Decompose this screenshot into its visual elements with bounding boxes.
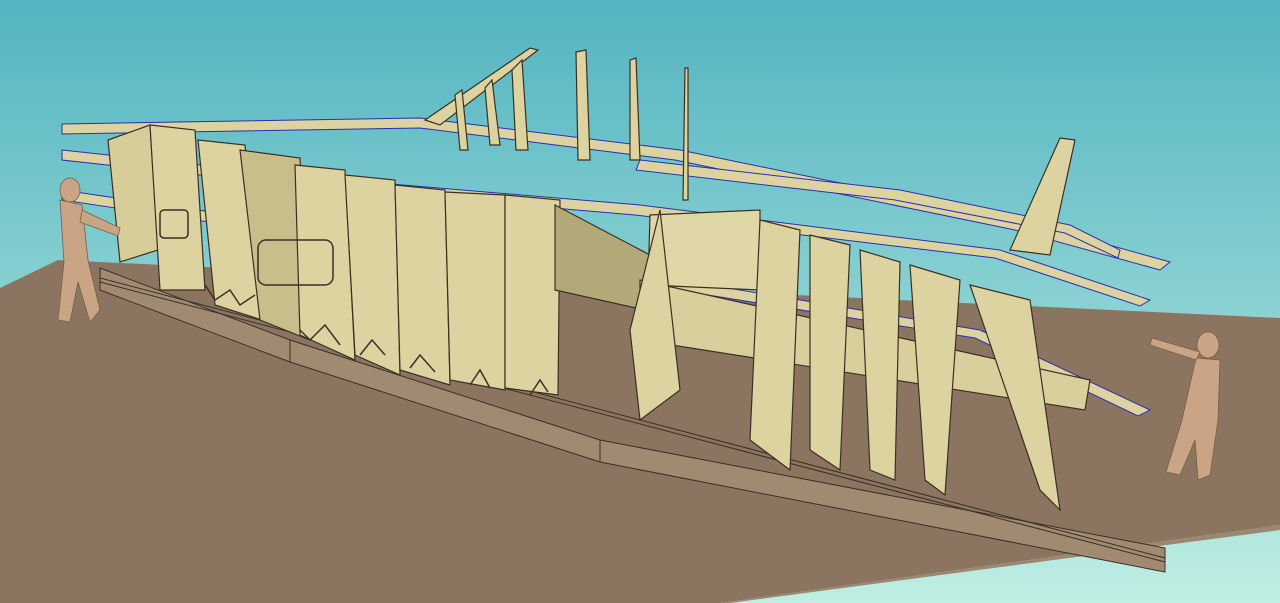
frame-9 bbox=[504, 194, 561, 396]
render-canvas bbox=[0, 0, 1280, 603]
boat-frame-render bbox=[0, 0, 1280, 603]
figure-left-head bbox=[59, 177, 81, 203]
figure-right-head bbox=[1196, 331, 1220, 359]
frame-8 bbox=[444, 191, 506, 391]
frame-2 bbox=[149, 124, 206, 291]
frame-7 bbox=[394, 184, 451, 386]
